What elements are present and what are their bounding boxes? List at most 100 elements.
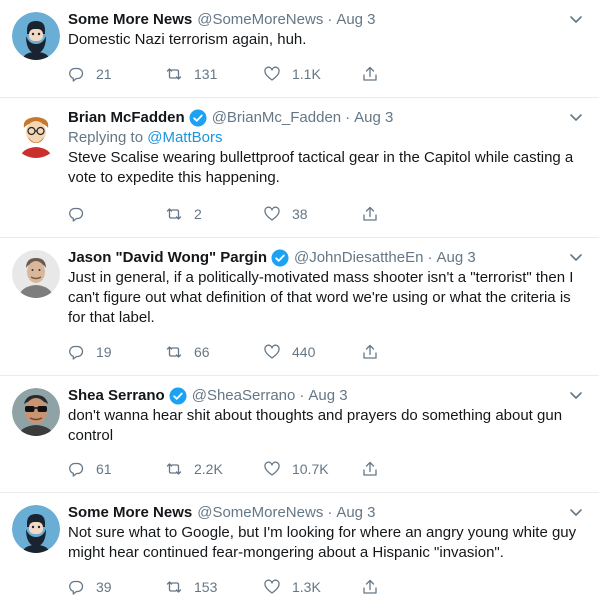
like-count: 38 [292, 206, 308, 222]
tweet-feed: Some More News @SomeMoreNews · Aug 3 Dom… [0, 0, 599, 610]
replying-to-label: Replying to [68, 129, 148, 146]
reply-button[interactable]: 21 [68, 65, 166, 83]
chevron-down-icon[interactable] [569, 110, 583, 124]
verified-badge-icon [271, 249, 289, 267]
tweet[interactable]: Brian McFadden @BrianMc_Fadden · Aug 3 R… [0, 98, 599, 238]
share-button[interactable] [362, 578, 402, 596]
chevron-down-icon[interactable] [569, 388, 583, 402]
like-button[interactable]: 38 [264, 205, 362, 223]
author-handle[interactable]: @SheaSerrano [192, 386, 296, 406]
bearded-man-avatar-icon [12, 12, 60, 60]
author-handle[interactable]: @SomeMoreNews [197, 503, 323, 523]
share-icon [363, 461, 377, 476]
tweet[interactable]: Some More News @SomeMoreNews · Aug 3 Not… [0, 493, 599, 610]
author-name[interactable]: Shea Serrano [68, 386, 165, 406]
verified-badge-icon [169, 387, 187, 405]
retweet-count: 2.2K [194, 461, 223, 477]
timestamp[interactable]: Aug 3 [436, 248, 475, 268]
tweet[interactable]: Some More News @SomeMoreNews · Aug 3 Dom… [0, 0, 599, 98]
timestamp[interactable]: Aug 3 [336, 10, 375, 30]
avatar[interactable] [12, 250, 60, 298]
like-button[interactable]: 1.1K [264, 65, 362, 83]
timestamp[interactable]: Aug 3 [336, 503, 375, 523]
like-count: 1.1K [292, 66, 321, 82]
tweet[interactable]: Jason "David Wong" Pargin @JohnDiesatthe… [0, 238, 599, 376]
tweet-actions: 61 2.2K 10.7K [68, 460, 408, 478]
heart-icon [264, 66, 280, 81]
tweet-text: don't wanna hear shit about thoughts and… [68, 407, 563, 444]
tweet-actions: 21 131 1.1K [68, 65, 408, 83]
chevron-down-icon[interactable] [569, 12, 583, 26]
author-name[interactable]: Some More News [68, 10, 192, 30]
reply-icon [69, 207, 84, 222]
tweet-actions: 19 66 440 [68, 343, 408, 361]
like-count: 1.3K [292, 579, 321, 595]
chevron-down-icon[interactable] [569, 505, 583, 519]
tweet[interactable]: Shea Serrano @SheaSerrano · Aug 3 don't … [0, 376, 599, 493]
tweet-text: Just in general, if a politically-motiva… [68, 269, 574, 326]
bearded-man-avatar-icon [12, 505, 60, 553]
retweet-icon [166, 68, 182, 80]
share-icon [363, 206, 377, 221]
retweet-count: 66 [194, 344, 210, 360]
reply-button[interactable]: 61 [68, 460, 166, 478]
reply-count: 61 [96, 461, 112, 477]
reply-count: 39 [96, 579, 112, 595]
reply-icon [69, 345, 84, 360]
separator-dot: · [299, 387, 305, 404]
author-name[interactable]: Some More News [68, 503, 192, 523]
heart-icon [264, 461, 280, 476]
share-button[interactable] [362, 65, 402, 83]
tweet-text: Domestic Nazi terrorism again, huh. [68, 31, 307, 48]
timestamp[interactable]: Aug 3 [354, 108, 393, 128]
timestamp[interactable]: Aug 3 [308, 386, 347, 406]
reply-button[interactable]: 39 [68, 578, 166, 596]
author-name[interactable]: Brian McFadden [68, 108, 185, 128]
share-button[interactable] [362, 460, 402, 478]
retweet-icon [166, 463, 182, 475]
reply-icon [69, 67, 84, 82]
retweet-icon [166, 581, 182, 593]
author-name[interactable]: Jason "David Wong" Pargin [68, 248, 267, 268]
retweet-button[interactable]: 131 [166, 65, 264, 83]
like-button[interactable]: 1.3K [264, 578, 362, 596]
reply-count: 21 [96, 66, 112, 82]
avatar[interactable] [12, 505, 60, 553]
reply-button[interactable] [68, 205, 166, 223]
share-icon [363, 66, 377, 81]
reply-count: 19 [96, 344, 112, 360]
heart-icon [264, 206, 280, 221]
like-button[interactable]: 10.7K [264, 460, 362, 478]
chevron-down-icon[interactable] [569, 250, 583, 264]
avatar[interactable] [12, 388, 60, 436]
reply-icon [69, 462, 84, 477]
share-button[interactable] [362, 205, 402, 223]
like-count: 440 [292, 344, 316, 360]
avatar[interactable] [12, 12, 60, 60]
avatar[interactable] [12, 110, 60, 158]
author-handle[interactable]: @JohnDiesattheEn [294, 248, 423, 268]
separator-dot: · [427, 249, 433, 266]
retweet-button[interactable]: 66 [166, 343, 264, 361]
man-portrait-avatar-icon [12, 250, 60, 298]
retweet-count: 2 [194, 206, 202, 222]
reply-button[interactable]: 19 [68, 343, 166, 361]
like-count: 10.7K [292, 461, 329, 477]
heart-icon [264, 579, 280, 594]
author-handle[interactable]: @BrianMc_Fadden [212, 108, 341, 128]
retweet-button[interactable]: 2.2K [166, 460, 264, 478]
verified-badge-icon [189, 109, 207, 127]
mention-link[interactable]: @MattBors [147, 129, 222, 146]
retweet-button[interactable]: 2 [166, 205, 264, 223]
share-button[interactable] [362, 343, 402, 361]
heart-icon [264, 344, 280, 359]
cartoon-man-avatar-icon [12, 110, 60, 158]
like-button[interactable]: 440 [264, 343, 362, 361]
tweet-header: Jason "David Wong" Pargin @JohnDiesatthe… [68, 248, 585, 268]
author-handle[interactable]: @SomeMoreNews [197, 10, 323, 30]
tweet-header: Some More News @SomeMoreNews · Aug 3 [68, 503, 585, 523]
share-icon [363, 579, 377, 594]
retweet-button[interactable]: 153 [166, 578, 264, 596]
tweet-header: Brian McFadden @BrianMc_Fadden · Aug 3 [68, 108, 585, 128]
separator-dot: · [345, 109, 351, 126]
